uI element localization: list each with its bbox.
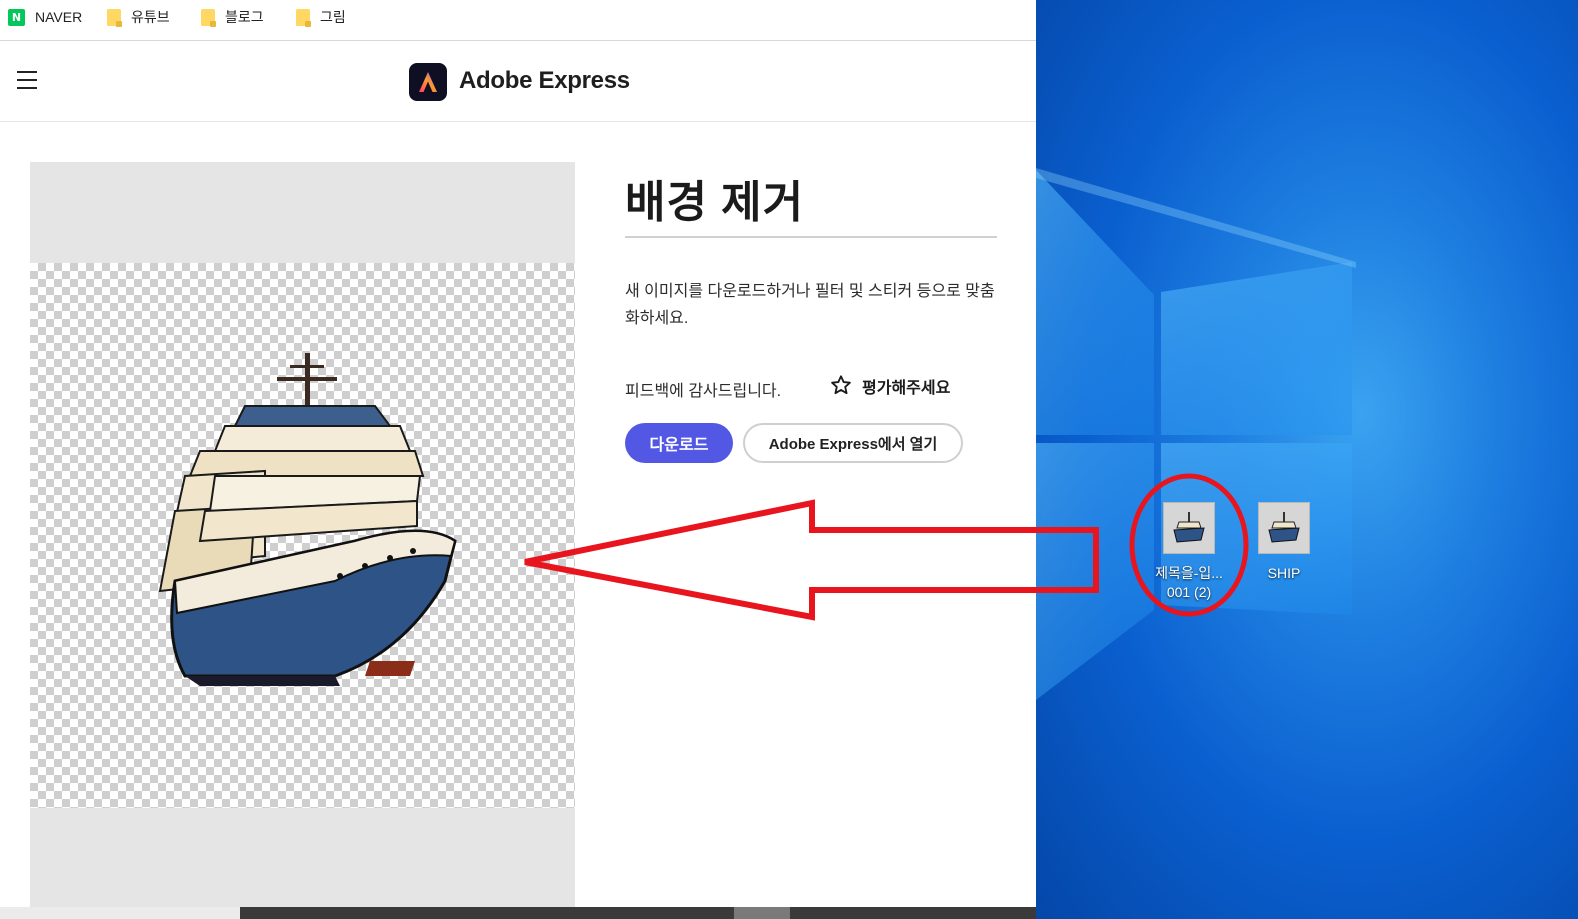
windows-logo-wallpaper xyxy=(1036,168,1356,700)
rate-button[interactable]: 평가해주세요 xyxy=(862,374,950,398)
folder-icon xyxy=(296,8,311,27)
bookmark-youtube[interactable]: 유튜브 xyxy=(107,6,170,28)
ship-thumbnail-icon xyxy=(1258,502,1310,554)
bookmark-label: 유튜브 xyxy=(131,9,170,25)
star-icon[interactable] xyxy=(830,374,852,396)
brand-name[interactable]: Adobe Express xyxy=(459,67,630,95)
bookmark-label: 그림 xyxy=(320,9,346,25)
title-divider xyxy=(625,236,997,238)
hamburger-menu-icon[interactable] xyxy=(17,71,37,89)
page-title: 배경 제거 xyxy=(625,178,805,227)
naver-icon: N xyxy=(8,8,25,26)
adobe-express-logo-icon[interactable] xyxy=(409,63,447,101)
folder-icon xyxy=(201,8,216,27)
download-button[interactable]: 다운로드 xyxy=(625,423,733,463)
description-text: 새 이미지를 다운로드하거나 필터 및 스티커 등으로 맞춤화하세요. xyxy=(625,283,995,327)
bookmark-naver[interactable]: N NAVER xyxy=(8,6,82,28)
bookmark-blog[interactable]: 블로그 xyxy=(201,6,264,28)
bookmark-label: NAVER xyxy=(35,9,83,25)
bookmarks-bar: N NAVER 유튜브 블로그 그림 xyxy=(0,0,1036,41)
transparency-grid xyxy=(30,263,575,808)
desktop-file-icon[interactable]: SHIP xyxy=(1244,502,1324,583)
ship-thumbnail-icon xyxy=(1163,502,1215,554)
app-header: Adobe Express xyxy=(0,41,1036,122)
bookmark-drawing[interactable]: 그림 xyxy=(296,6,346,28)
desktop-icon-label: SHIP xyxy=(1267,565,1301,581)
desktop-icon-label: 제목을-입... 001 (2) xyxy=(1155,565,1223,600)
browser-window: N NAVER 유튜브 블로그 그림 Adobe Express 배경 제거 새… xyxy=(0,0,1036,919)
feedback-text: 피드백에 감사드립니다. xyxy=(625,383,782,400)
folder-icon xyxy=(107,8,122,27)
windows-desktop: 제목을-입... 001 (2) SHIP xyxy=(1036,0,1578,919)
open-in-adobe-express-button[interactable]: Adobe Express에서 열기 xyxy=(743,423,963,463)
image-preview xyxy=(30,162,575,919)
bookmark-label: 블로그 xyxy=(225,9,264,25)
ship-illustration xyxy=(158,353,457,686)
scrollbar-thumb[interactable] xyxy=(240,907,1036,919)
desktop-file-icon[interactable]: 제목을-입... 001 (2) xyxy=(1149,502,1229,602)
